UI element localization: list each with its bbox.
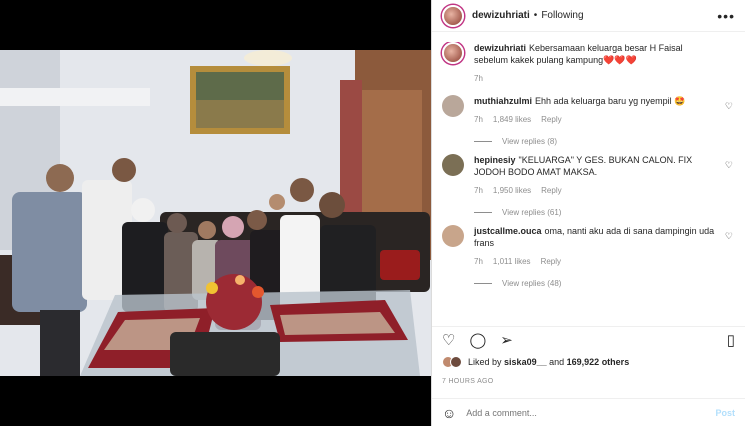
comment-avatar[interactable]	[442, 225, 464, 247]
comment-avatar[interactable]	[442, 95, 464, 117]
comment-username[interactable]: justcallme.ouca	[474, 226, 542, 236]
view-replies-button[interactable]: View replies (61)	[474, 208, 717, 217]
comment-likes[interactable]: 1,849 likes	[493, 115, 531, 124]
likes-connector: and	[549, 357, 565, 367]
comment-likes[interactable]: 1,011 likes	[493, 257, 531, 266]
comment-item: justcallme.ouca oma, nanti aku ada di san…	[442, 225, 735, 288]
liker-username[interactable]: siska09__	[504, 357, 547, 367]
post-photo[interactable]	[0, 50, 431, 376]
post-modal: dewizuhriati • Following ••• dewizuhriat…	[0, 0, 745, 426]
author-avatar[interactable]	[442, 4, 464, 27]
bookmark-icon[interactable]: ▯	[727, 331, 735, 349]
comment-input[interactable]	[466, 407, 716, 418]
comment-age: 7h	[474, 186, 483, 195]
heart-icon[interactable]: ♡	[725, 160, 733, 171]
comment-icon[interactable]: ◯	[469, 331, 486, 349]
likes-count[interactable]: 169,922 others	[567, 357, 630, 367]
comment-username[interactable]: hepinesiy	[474, 155, 516, 165]
reply-button[interactable]: Reply	[541, 257, 561, 266]
reply-button[interactable]: Reply	[541, 115, 561, 124]
view-replies-label: View replies (48)	[502, 279, 562, 288]
heart-icon[interactable]: ♡	[725, 101, 733, 112]
post-header: dewizuhriati • Following •••	[432, 0, 745, 32]
author-username[interactable]: dewizuhriati	[472, 10, 530, 21]
likes-summary: Liked by siska09__ and 169,922 others	[442, 356, 735, 368]
heart-icon[interactable]: ♡	[725, 231, 733, 242]
comment-text: Ehh ada keluarga baru yg nyempil 🤩	[535, 96, 686, 106]
heart-icon[interactable]: ♡	[442, 331, 455, 349]
comment-age: 7h	[474, 257, 483, 266]
share-icon[interactable]: ➢	[500, 331, 513, 349]
view-replies-label: View replies (61)	[502, 208, 562, 217]
post-button[interactable]: Post	[715, 408, 735, 418]
comment-item: hepinesiy "KELUARGA" Y GES. BUKAN CALON. …	[442, 154, 735, 217]
caption-item: dewizuhriati Kebersamaan keluarga besar H…	[442, 42, 735, 83]
view-replies-label: View replies (8)	[502, 137, 557, 146]
following-button[interactable]: Following	[541, 10, 583, 21]
view-replies-button[interactable]: View replies (48)	[474, 279, 717, 288]
comment-likes[interactable]: 1,950 likes	[493, 186, 531, 195]
comments-list[interactable]: dewizuhriati Kebersamaan keluarga besar H…	[432, 42, 745, 322]
emoji-icon[interactable]: ☺	[442, 405, 456, 421]
caption-username[interactable]: dewizuhriati	[474, 43, 526, 53]
action-bar: ♡ ◯ ➢ ▯	[432, 326, 745, 352]
reply-button[interactable]: Reply	[541, 186, 561, 195]
comment-avatar[interactable]	[442, 154, 464, 176]
post-side-panel: dewizuhriati • Following ••• dewizuhriat…	[431, 0, 745, 426]
more-icon[interactable]: •••	[717, 8, 735, 24]
liker-avatar[interactable]	[450, 356, 462, 368]
separator-dot: •	[533, 10, 538, 21]
comment-age: 7h	[474, 115, 483, 124]
view-replies-button[interactable]: View replies (8)	[474, 137, 717, 146]
likes-prefix: Liked by	[468, 357, 502, 367]
post-timestamp[interactable]: 7 HOURS AGO	[442, 378, 494, 385]
add-comment-bar: ☺ Post	[432, 398, 745, 426]
caption-avatar[interactable]	[442, 42, 464, 64]
caption-age: 7h	[474, 74, 483, 83]
comment-username[interactable]: muthiahzulmi	[474, 96, 532, 106]
comment-item: muthiahzulmi Ehh ada keluarga baru yg nye…	[442, 95, 735, 146]
